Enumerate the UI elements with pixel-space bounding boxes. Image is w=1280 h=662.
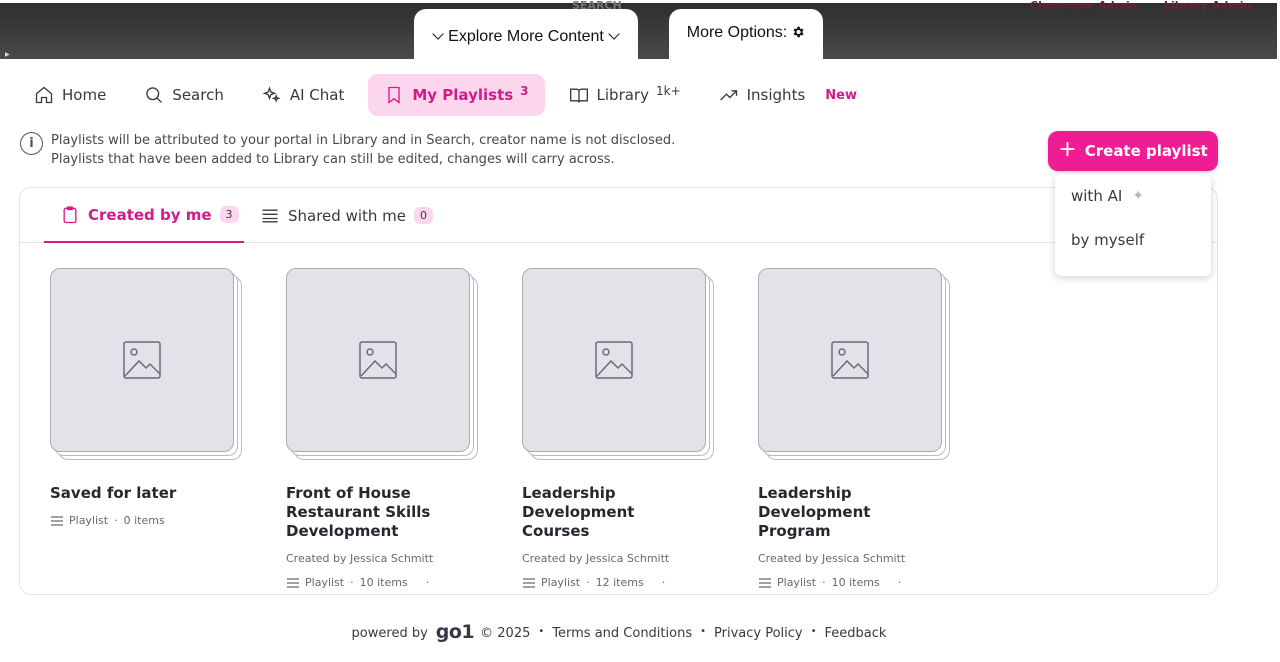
playlist-creator: Created by Jessica Schmitt — [758, 552, 906, 565]
playlists-panel: Created by me 3 Shared with me 0 Saved f… — [19, 187, 1218, 595]
list-icon — [262, 209, 278, 222]
playlist-card[interactable]: Front of House Restaurant Skills Develop… — [286, 268, 522, 589]
create-playlist-menu: with AI ✦ by myself — [1055, 174, 1211, 276]
menu-item-with-ai-label: with AI — [1071, 187, 1123, 205]
playlist-item-count: 10 items — [831, 576, 880, 589]
playlist-meta: Playlist · 0 items — [50, 514, 286, 527]
more-options-tab[interactable]: More Options: — [669, 9, 823, 59]
info-line-2: Playlists that have been added to Librar… — [51, 152, 615, 167]
new-badge: New — [825, 87, 857, 103]
sparkle-icon — [262, 86, 281, 103]
footer: powered by go1 © 2025 • Terms and Condit… — [351, 621, 887, 643]
create-playlist-label: Create playlist — [1084, 142, 1208, 160]
gear-icon — [793, 26, 804, 38]
playlist-meta: Playlist · 10 items · — [286, 576, 522, 589]
tab-shared-count: 0 — [414, 207, 434, 224]
playlist-card[interactable]: Leadership Development Courses Created b… — [522, 268, 758, 589]
playlist-thumbnail[interactable] — [286, 268, 478, 460]
create-playlist-button[interactable]: + Create playlist — [1048, 131, 1218, 171]
playlist-title[interactable]: Leadership Development Courses — [522, 484, 702, 541]
privacy-link[interactable]: Privacy Policy — [714, 626, 803, 641]
playlist-meta: Playlist · 12 items · — [522, 576, 758, 589]
playlist-title[interactable]: Front of House Restaurant Skills Develop… — [286, 484, 486, 541]
tab-created-count: 3 — [219, 206, 239, 223]
tab-shared-label: Shared with me — [288, 206, 407, 225]
nav-library-count: 1k+ — [655, 84, 681, 98]
playlist-type: Playlist — [305, 576, 345, 589]
playlist-card[interactable]: Leadership Development Program Created b… — [758, 268, 994, 589]
playlist-creator: Created by Jessica Schmitt — [522, 552, 670, 565]
image-placeholder-icon — [359, 341, 397, 379]
nav-home[interactable]: Home — [20, 74, 120, 116]
nav-ai-chat-label: AI Chat — [289, 86, 345, 104]
playlist-card[interactable]: Saved for later Playlist · 0 items — [50, 268, 286, 589]
faded-library-admin: Library Admin — [1164, 0, 1252, 12]
info-line-1: Playlists will be attributed to your por… — [51, 133, 676, 148]
nav-my-playlists-label: My Playlists — [412, 86, 514, 104]
tab-shared-with-me[interactable]: Shared with me 0 — [260, 188, 434, 243]
image-placeholder-icon — [831, 341, 869, 379]
powered-by-text: powered by — [351, 625, 428, 641]
clipboard-icon — [63, 205, 77, 223]
playlist-meta: Playlist · 10 items · — [758, 576, 994, 589]
nav-search[interactable]: Search — [130, 74, 238, 116]
trend-up-icon — [719, 90, 737, 101]
menu-item-by-myself-label: by myself — [1071, 231, 1145, 249]
terms-link[interactable]: Terms and Conditions — [552, 626, 692, 641]
nav-library[interactable]: Library 1k+ — [555, 74, 695, 116]
menu-item-with-ai[interactable]: with AI ✦ — [1055, 174, 1211, 218]
tab-created-by-me[interactable]: Created by me 3 — [44, 188, 244, 243]
playlist-title[interactable]: Saved for later — [50, 484, 250, 503]
playlist-item-count: 10 items — [359, 576, 408, 589]
chevron-down-icon — [432, 28, 444, 40]
playlist-type: Playlist — [541, 576, 581, 589]
playlist-thumbnail[interactable] — [50, 268, 242, 460]
image-placeholder-icon — [123, 341, 161, 379]
nav-search-label: Search — [172, 86, 224, 104]
playlist-thumbnail[interactable] — [758, 268, 950, 460]
nav-home-label: Home — [62, 86, 107, 104]
playlist-grid: Saved for later Playlist · 0 items Front o… — [50, 268, 994, 589]
nav-my-playlists-count: 3 — [520, 84, 529, 98]
copyright-text: © 2025 — [480, 625, 531, 641]
nav-my-playlists[interactable]: My Playlists 3 — [368, 74, 545, 116]
playlist-creator: Created by Jessica Schmitt — [286, 552, 434, 565]
plus-icon: + — [1058, 137, 1077, 162]
explore-more-content-tab[interactable]: Explore More Content — [414, 9, 638, 59]
chevron-down-icon — [608, 28, 620, 40]
bookmark-icon — [388, 86, 401, 104]
list-icon — [759, 577, 771, 588]
playlist-item-count: 0 items — [123, 514, 165, 527]
list-icon — [51, 515, 63, 526]
top-bar: SEARCH Classroom Admin Library Admin ▶ — [0, 0, 1277, 59]
go1-logo: go1 — [435, 621, 475, 643]
playlist-item-count: 12 items — [595, 576, 644, 589]
sparkle-icon: ✦ — [1132, 188, 1145, 204]
nav-ai-chat[interactable]: AI Chat — [248, 74, 359, 116]
menu-item-by-myself[interactable]: by myself — [1055, 218, 1211, 262]
playlist-type: Playlist — [777, 576, 817, 589]
home-icon — [35, 86, 53, 104]
more-options-label: More Options: — [686, 24, 788, 41]
playlist-type: Playlist — [69, 514, 109, 527]
nav-insights-label: Insights — [746, 86, 806, 104]
search-icon — [146, 87, 163, 103]
info-notice: i Playlists will be attributed to your p… — [20, 131, 675, 169]
playlist-tabs: Created by me 3 Shared with me 0 — [20, 188, 1217, 243]
info-icon: i — [20, 132, 43, 155]
book-open-icon — [569, 88, 588, 103]
corner-mark: ▶ — [5, 51, 10, 58]
faded-classroom-admin: Classroom Admin — [1030, 0, 1138, 12]
playlist-title[interactable]: Leadership Development Program — [758, 484, 938, 541]
nav-library-label: Library — [596, 86, 649, 104]
feedback-link[interactable]: Feedback — [825, 626, 887, 641]
explore-label: Explore More Content — [448, 28, 604, 45]
tab-created-label: Created by me — [88, 205, 212, 224]
list-icon — [523, 577, 535, 588]
nav-insights[interactable]: Insights New — [705, 74, 871, 116]
image-placeholder-icon — [595, 341, 633, 379]
list-icon — [287, 577, 299, 588]
playlist-thumbnail[interactable] — [522, 268, 714, 460]
main-nav: Home Search AI Chat My Playlists 3 Libra… — [20, 74, 881, 116]
